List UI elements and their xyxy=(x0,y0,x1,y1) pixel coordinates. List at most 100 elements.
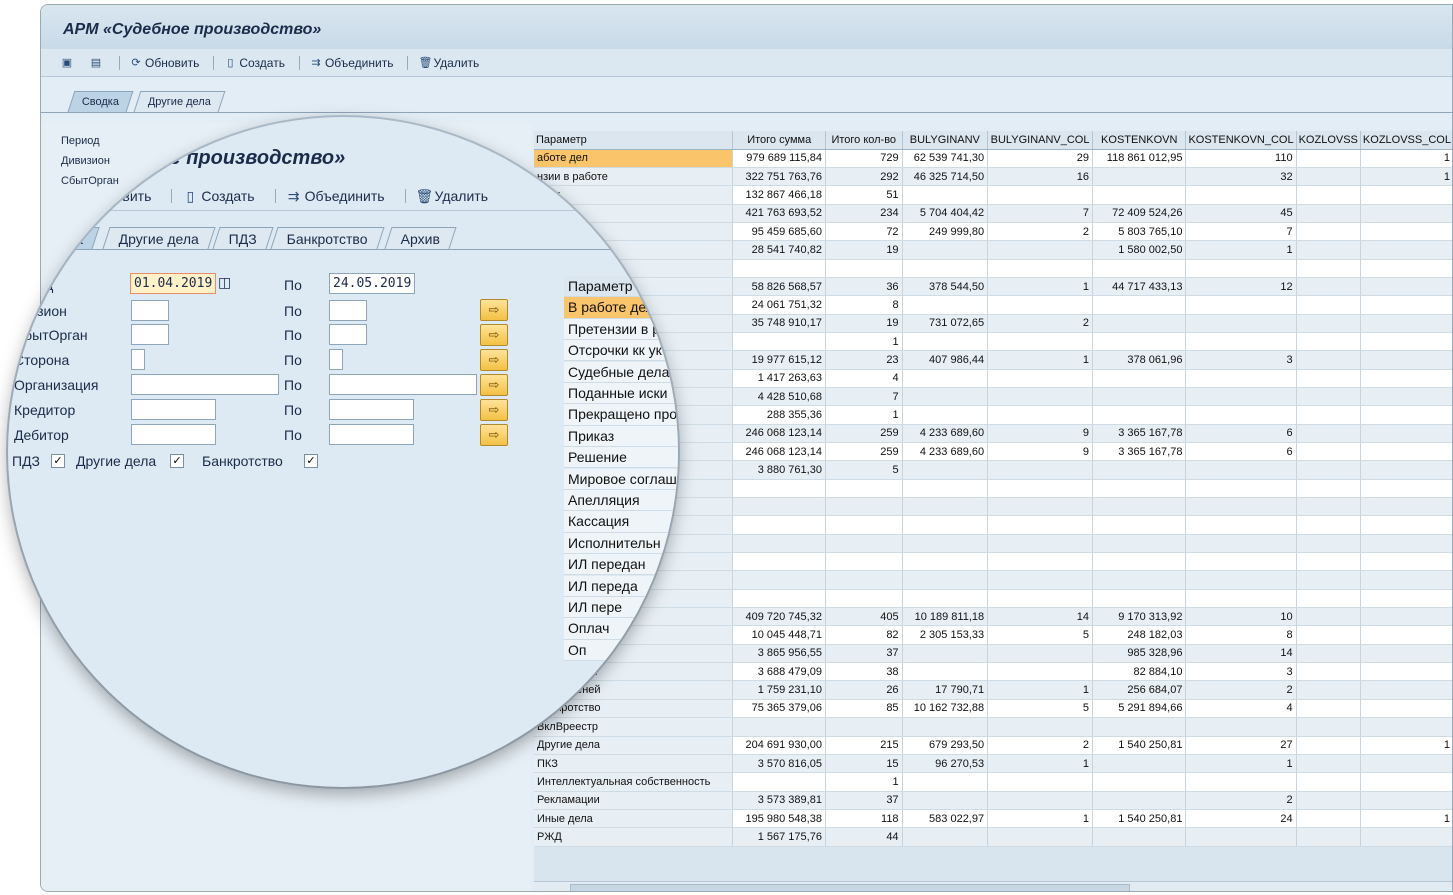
pdz-checkbox[interactable]: ✓ xyxy=(51,454,65,468)
scroll-thumb[interactable] xyxy=(570,884,1130,891)
tab-other-cases[interactable]: Другие дела xyxy=(133,91,226,112)
value-cell xyxy=(732,570,826,590)
value-cell xyxy=(987,791,1094,810)
delete-button[interactable]: 🗑 Удалить xyxy=(418,56,479,70)
value-cell xyxy=(732,717,826,737)
column-header[interactable]: Итого сумма xyxy=(732,131,826,150)
check-label-pdz: ПДЗ xyxy=(12,453,40,469)
value-cell xyxy=(987,185,1094,205)
column-header[interactable]: KOZLOVSS xyxy=(1296,131,1361,150)
param-cell: ПКЗ xyxy=(534,754,734,774)
period-to-input[interactable]: 24.05.2019 xyxy=(329,273,415,294)
creditor-from-input[interactable] xyxy=(131,399,216,420)
table-row[interactable]: ившие пени3 688 479,093882 884,103 xyxy=(534,662,1452,682)
layout-icon[interactable]: ▤ xyxy=(90,57,105,69)
value-cell xyxy=(987,497,1094,517)
division-from-input[interactable] xyxy=(131,300,169,321)
table-row[interactable]: аботе дел 979 689 115,84 729 62 539 741,30 2… xyxy=(534,149,1452,168)
side-from-input[interactable] xyxy=(131,349,145,370)
table-row[interactable]: каз от пеней1 759 231,102617 790,711256 … xyxy=(534,680,1452,700)
value-cell xyxy=(1296,680,1361,700)
refresh-button[interactable]: Обновить xyxy=(88,188,151,204)
value-cell: 10 045 448,71 xyxy=(732,625,826,645)
value-cell xyxy=(1185,497,1297,517)
tab-summary[interactable]: Сводка xyxy=(67,91,134,112)
sales-org-from-input[interactable] xyxy=(131,324,169,345)
column-header[interactable]: Параметр xyxy=(534,131,734,150)
table-row[interactable]: Рекламации 3 573 389,81 37 2 xyxy=(534,791,1452,810)
table-row[interactable]: ВклВреестр xyxy=(534,717,1452,737)
organization-to-input[interactable] xyxy=(329,374,477,395)
tab-bankruptcy[interactable]: Банкротство xyxy=(270,227,385,249)
table-row[interactable] xyxy=(534,259,1452,278)
value-cell xyxy=(987,387,1094,407)
value-cell xyxy=(1360,754,1452,774)
value-cell: 1 xyxy=(987,809,1094,829)
tab-other-cases[interactable]: Другие дела xyxy=(102,227,216,249)
table-row[interactable]: Банкротство 75 365 379,06 85 10 162 732,88 5… xyxy=(534,699,1452,719)
value-cell xyxy=(1296,644,1361,664)
column-header[interactable]: BULYGINANV_COL xyxy=(987,131,1094,150)
multi-select-button[interactable]: ⇨ xyxy=(480,424,508,446)
period-from-input[interactable]: 01.04.2019 xyxy=(130,273,216,294)
value-cell: 256 684,07 xyxy=(1092,680,1187,700)
multi-select-button[interactable]: ⇨ xyxy=(480,374,508,396)
delete-button[interactable]: 🗑 Удалить xyxy=(416,188,488,204)
table-row[interactable]: ПКЗ 3 570 816,05 15 96 270,53 1 1 xyxy=(534,754,1452,774)
value-cell: 259 xyxy=(825,424,903,444)
bankruptcy-checkbox[interactable]: ✓ xyxy=(304,454,318,468)
value-cell xyxy=(1360,827,1452,847)
value-cell xyxy=(1296,369,1361,388)
create-button[interactable]: ▯ Создать xyxy=(224,56,285,70)
horizontal-scrollbar[interactable] xyxy=(534,881,1452,891)
merge-button[interactable]: ⇉ Объединить xyxy=(286,188,385,204)
organization-from-input[interactable] xyxy=(131,374,279,395)
division-to-input[interactable] xyxy=(329,300,367,321)
value-cell xyxy=(902,644,989,664)
table-row[interactable]: 95 459 685,60 72 249 999,80 2 5 803 765,10 7 xyxy=(534,222,1452,242)
column-header[interactable]: KOZLOVSS_COL xyxy=(1360,131,1452,150)
side-to-input[interactable] xyxy=(329,349,343,370)
value-cell: 259 xyxy=(825,442,903,462)
column-header[interactable]: BULYGINANV xyxy=(902,131,989,150)
creditor-to-input[interactable] xyxy=(329,399,414,420)
multi-select-button[interactable]: ⇨ xyxy=(480,399,508,421)
value-cell xyxy=(1360,515,1452,535)
other-cases-checkbox[interactable]: ✓ xyxy=(170,454,184,468)
calendar-icon[interactable]: ◫ xyxy=(218,274,231,291)
tab-pdz[interactable]: ПДЗ xyxy=(212,227,274,249)
create-button[interactable]: ▯ Создать xyxy=(182,188,255,204)
table-row[interactable]: РЖД 1 567 175,76 44 xyxy=(534,827,1452,847)
value-cell: 38 xyxy=(825,662,903,682)
table-row[interactable]: Интеллектуальная собственность 1 xyxy=(534,772,1452,792)
value-cell: 378 061,96 xyxy=(1092,350,1187,370)
sales-org-to-input[interactable] xyxy=(329,324,367,345)
value-cell: 378 544,50 xyxy=(902,277,989,297)
trash-icon: 🗑 xyxy=(415,187,434,204)
refresh-button[interactable]: ⟳ Обновить xyxy=(130,56,199,70)
multi-select-button[interactable]: ⇨ xyxy=(480,349,508,371)
column-header[interactable]: KOSTENKOVN_COL xyxy=(1185,131,1297,150)
value-cell: 3 xyxy=(1185,662,1297,682)
table-row[interactable]: Другие дела 204 691 930,00 215 679 293,50 2 1… xyxy=(534,736,1452,755)
value-cell xyxy=(1185,314,1297,333)
value-cell xyxy=(902,295,989,315)
document-icon: ▯ xyxy=(227,56,234,69)
tab-archive[interactable]: Архив xyxy=(384,227,457,249)
column-header[interactable]: KOSTENKOVN xyxy=(1092,131,1187,150)
table-row[interactable]: Иные дела 195 980 548,38 118 583 022,97 1 1 5… xyxy=(534,809,1452,829)
debtor-to-input[interactable] xyxy=(329,424,414,445)
multi-select-button[interactable]: ⇨ xyxy=(480,299,508,321)
column-header[interactable]: Итого кол-во xyxy=(825,131,903,150)
value-cell xyxy=(825,717,903,737)
value-cell xyxy=(1185,717,1297,737)
value-cell: 729 xyxy=(825,149,903,168)
value-cell: 248 182,03 xyxy=(1092,625,1187,645)
merge-button[interactable]: ⇉ Объединить xyxy=(310,56,393,70)
value-cell xyxy=(732,772,826,792)
tab-summary[interactable]: дка xyxy=(44,227,100,249)
debtor-from-input[interactable] xyxy=(131,424,216,445)
multi-select-button[interactable]: ⇨ xyxy=(480,324,508,346)
value-cell xyxy=(1185,479,1297,499)
save-icon[interactable]: ▣ xyxy=(61,57,76,69)
